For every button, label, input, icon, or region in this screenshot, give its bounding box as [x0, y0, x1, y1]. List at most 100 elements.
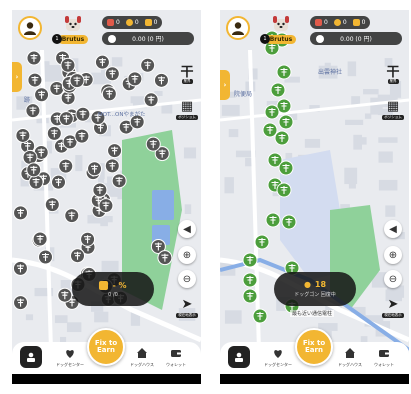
- utility-pole-icon: 干: [386, 64, 400, 80]
- utility-pole-marker: [270, 82, 286, 98]
- building-block: [111, 57, 123, 67]
- utility-pole-marker: [64, 208, 80, 224]
- zoom-out-icon: ⊖: [388, 273, 398, 285]
- utility-pole-marker: [242, 288, 258, 304]
- camera-ticket-counter: 0: [107, 19, 120, 26]
- zoom-in-button[interactable]: ⊕: [384, 246, 402, 264]
- utility-pole-marker: [264, 104, 280, 120]
- side-panel-toggle[interactable]: ›: [220, 70, 230, 100]
- building-block: [184, 204, 192, 215]
- zoom-out-button[interactable]: ⊖: [384, 270, 402, 288]
- pole-count-pill[interactable]: ● 18 ドッグゴン 回復中: [274, 272, 356, 306]
- nav-dog-house[interactable]: ドッグハウス: [124, 346, 160, 368]
- side-panel-toggle[interactable]: ›: [12, 62, 22, 92]
- avatar-button[interactable]: [18, 16, 42, 40]
- nav-wallet[interactable]: ウォレット: [158, 346, 194, 368]
- utility-pole-marker: [26, 50, 42, 66]
- fix-rate-pill[interactable]: - % 0 /0: [72, 272, 154, 306]
- resource-counters[interactable]: 0 0 0: [310, 16, 371, 29]
- fix-to-earn-button[interactable]: Fix to Earn: [295, 328, 333, 366]
- camera-icon: [99, 280, 109, 290]
- locate-me-button[interactable]: ➤ 現在地表示: [382, 296, 404, 318]
- utility-pole-marker: [140, 57, 156, 73]
- building-block: [378, 179, 398, 191]
- fix-to-earn-button[interactable]: Fix to Earn: [87, 328, 125, 366]
- nav-map-button[interactable]: [20, 346, 42, 368]
- building-block: [363, 89, 379, 95]
- map-label: MOT...ONやまがた: [98, 110, 145, 118]
- building-block: [345, 119, 364, 125]
- building-block: [304, 138, 321, 148]
- utility-pole-marker: [107, 143, 123, 159]
- utility-pole-marker: [101, 86, 117, 102]
- nearby-poles-button[interactable]: 干 業界: [178, 62, 196, 84]
- utility-pole-marker: [276, 64, 292, 80]
- building-block: [385, 205, 396, 217]
- key-counter: 0: [352, 19, 365, 26]
- utility-pole-marker: [94, 54, 110, 70]
- utility-pole-marker: [32, 231, 48, 247]
- pet-level-badge: 1: [52, 34, 62, 44]
- left-screen: 跡 MOT...ONやまがた Brutus 1 0 0 0 0.00 (0 円)…: [12, 10, 201, 384]
- pet-selector[interactable]: Brutus: [56, 14, 90, 50]
- nav-dog-center[interactable]: ドッグセンター: [52, 346, 88, 368]
- utility-pole-marker: [127, 71, 143, 87]
- map-label: 出雲神社: [318, 68, 342, 76]
- building-block: [43, 65, 63, 82]
- nav-map-button[interactable]: [228, 346, 250, 368]
- resource-counters[interactable]: 0 0 0: [102, 16, 163, 29]
- pet-name: Brutus: [265, 35, 297, 44]
- energy-icon: [333, 19, 341, 26]
- fix-rate-value: - %: [112, 280, 127, 290]
- nav-dog-center[interactable]: ドッグセンター: [260, 346, 296, 368]
- megaphone-button[interactable]: ◀: [384, 220, 402, 238]
- locate-me-button[interactable]: ➤ 現在地表示: [176, 296, 198, 318]
- avatar-button[interactable]: [226, 16, 250, 40]
- building-block: [224, 177, 234, 194]
- gps-mode-button[interactable]: ▦ ポジショム: [382, 98, 404, 120]
- utility-pole-marker: [143, 92, 159, 108]
- location-pin-icon: ●: [303, 280, 311, 289]
- wallet-balance[interactable]: 0.00 (0 円): [102, 32, 194, 45]
- map-mode-icon: ▦: [180, 98, 194, 114]
- building-block: [347, 61, 357, 77]
- zoom-out-icon: ⊖: [182, 273, 192, 285]
- chevron-right-icon: ›: [15, 73, 19, 81]
- megaphone-icon: ◀: [183, 223, 191, 235]
- zoom-in-button[interactable]: ⊕: [178, 246, 196, 264]
- utility-pole-marker: [51, 174, 67, 190]
- navigation-arrow-icon: ➤: [387, 296, 399, 312]
- utility-pole-marker: [15, 127, 31, 143]
- key-counter: 0: [144, 19, 157, 26]
- map-label: 院便局: [234, 90, 252, 98]
- dog-center-icon: [63, 346, 77, 360]
- utility-pole-marker: [98, 198, 114, 214]
- user-icon: [24, 22, 36, 35]
- utility-pole-marker: [22, 149, 38, 165]
- utility-pole-marker: [25, 103, 41, 119]
- wallet-balance[interactable]: 0.00 (0 円): [310, 32, 402, 45]
- utility-pole-marker: [278, 160, 294, 176]
- building-block: [364, 113, 372, 119]
- wallet-icon: [377, 346, 391, 360]
- wallet-icon: [169, 346, 183, 360]
- megaphone-button[interactable]: ◀: [178, 220, 196, 238]
- right-screen: 出雲神社 院便局 Brutus 1 0 0 0 0.00 (0 円) › 干 業…: [220, 10, 409, 384]
- utility-pole-marker: [92, 182, 108, 198]
- utility-pole-marker: [28, 174, 44, 190]
- utility-pole-marker: [58, 111, 74, 127]
- nearby-poles-button[interactable]: 干 業界: [384, 62, 402, 84]
- nav-wallet[interactable]: ウォレット: [366, 346, 402, 368]
- chevron-right-icon: ›: [223, 81, 227, 89]
- zoom-out-button[interactable]: ⊖: [178, 270, 196, 288]
- user-icon: [232, 22, 244, 35]
- building-block: [75, 155, 83, 172]
- building-block: [378, 137, 398, 143]
- utility-pole-marker: [252, 308, 268, 324]
- coin-icon: [316, 34, 324, 43]
- gps-mode-button[interactable]: ▦ ポジショム: [176, 98, 198, 120]
- nav-dog-house[interactable]: ドッグハウス: [332, 346, 368, 368]
- pet-selector[interactable]: Brutus: [264, 14, 298, 50]
- utility-pole-marker: [58, 158, 74, 174]
- building-block: [357, 137, 367, 145]
